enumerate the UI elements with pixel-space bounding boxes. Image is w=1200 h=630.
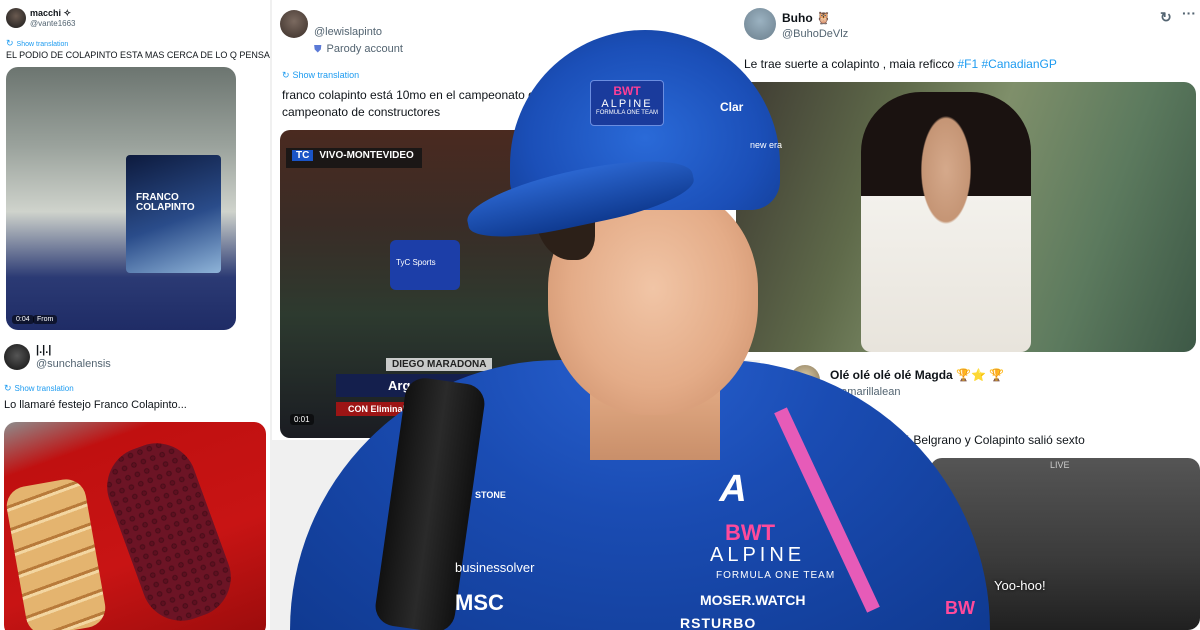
cap-formula-text: FORMULA ONE TEAM <box>596 110 658 116</box>
chest-rst-logo: RSTURBO <box>680 615 757 630</box>
video-top-label: LIVE <box>1050 460 1070 470</box>
show-translation-label: Show translation <box>14 384 74 393</box>
video-duration: 0:04 <box>12 315 34 324</box>
user-handle[interactable]: @vante1663 <box>30 19 76 28</box>
translate-icon: ↻ <box>6 38 14 48</box>
hashtag-link[interactable]: #CanadianGP <box>981 57 1056 71</box>
sleeve-stone-logo: STONE <box>475 490 506 500</box>
video-source-label: From <box>33 315 58 324</box>
user-display-name[interactable]: macchi ✧ <box>30 8 71 19</box>
tweet-text: Lo llamaré festejo Franco Colapinto... <box>4 399 187 411</box>
tweet-card-macchi[interactable]: macchi ✧ @vante1663 ↻ Show translation EL… <box>0 0 270 340</box>
cap-alpine-logo: ALPINE <box>601 98 653 110</box>
chest-moser-logo: MOSER.WATCH <box>700 592 806 608</box>
user-avatar[interactable] <box>6 8 26 28</box>
user-display-name[interactable]: |.|.| <box>36 344 51 356</box>
video-caption: Yoo-hoo! <box>994 578 1046 593</box>
chest-bwt-logo: BWT <box>725 520 776 545</box>
chest-formula-text: FORMULA ONE TEAM <box>716 570 836 581</box>
tweet-photo[interactable] <box>4 422 266 630</box>
tweet-text: EL PODIO DE COLAPINTO ESTA MAS CERCA DE … <box>6 50 270 60</box>
cap-bwt-logo: BWT <box>613 84 641 98</box>
show-translation-link[interactable]: ↻ Show translation <box>6 38 68 49</box>
user-handle[interactable]: @sunchalensis <box>36 358 111 370</box>
sleeve-businessolver-logo: businessolver <box>455 560 535 575</box>
grok-icon[interactable]: ↻ <box>1160 9 1172 26</box>
cap-side-sponsor: Clar <box>720 100 744 114</box>
show-translation-link[interactable]: ↻ Show translation <box>4 383 74 394</box>
tweet-video[interactable]: FRANCO COLAPINTO 0:04 From <box>6 67 236 330</box>
bread-slices-image <box>4 476 109 630</box>
translate-icon: ↻ <box>282 70 290 80</box>
user-avatar[interactable] <box>4 344 30 370</box>
cap-side-sponsor-2: new era <box>750 140 783 150</box>
tweet-card-sunchalensis[interactable]: |.|.| @sunchalensis ↻ Show translation Lo… <box>0 338 270 630</box>
sleeve-bwt-logo: BW <box>945 598 975 618</box>
chest-alpine-logo: ALPINE <box>710 544 806 566</box>
driver-photo-cutout: BWT ALPINE FORMULA ONE TEAM Clar new era… <box>290 30 990 630</box>
translate-icon: ↻ <box>4 383 12 393</box>
more-options-icon[interactable]: ··· <box>1182 5 1196 21</box>
cap-sponsor-badge: BWT ALPINE FORMULA ONE TEAM <box>590 80 664 126</box>
sleeve-msc-logo: MSC <box>455 590 504 615</box>
salami-image <box>95 432 243 630</box>
poster-title: FRANCO COLAPINTO <box>136 192 195 213</box>
show-translation-label: Show translation <box>16 41 69 48</box>
user-display-name[interactable]: Buho 🦉 <box>782 11 831 25</box>
video-inset-poster: FRANCO COLAPINTO <box>126 155 221 273</box>
